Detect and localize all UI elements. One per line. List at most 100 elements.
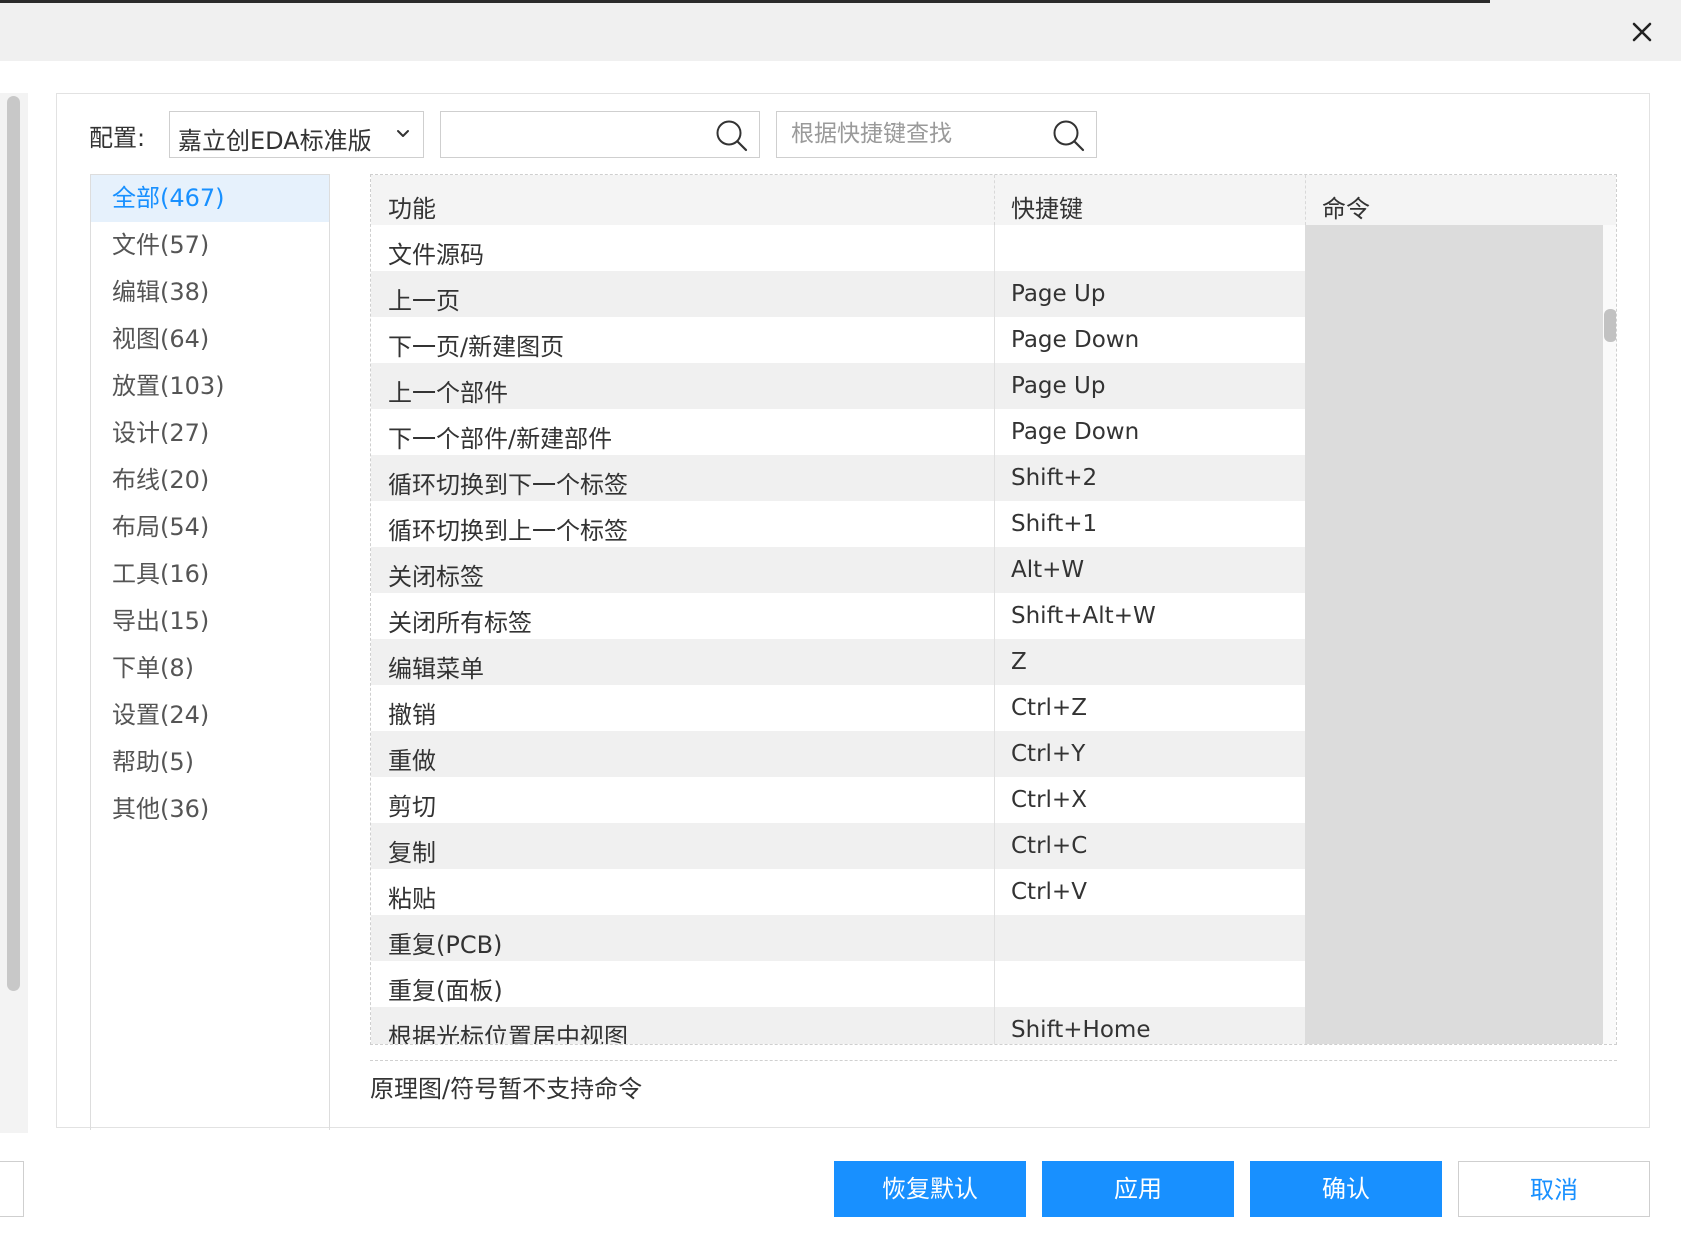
shortcut-cell[interactable]: Ctrl+V: [1011, 879, 1087, 905]
command-cell: [1305, 593, 1603, 639]
category-list: 全部(467) 文件(57) 编辑(38) 视图(64) 放置(103) 设计(…: [90, 174, 330, 1130]
table-row[interactable]: 重做 Ctrl+Y: [371, 731, 1603, 777]
function-cell: 循环切换到上一个标签: [388, 517, 628, 545]
restore-default-button[interactable]: 恢复默认: [834, 1161, 1026, 1217]
chevron-down-icon: [397, 130, 409, 137]
table-row[interactable]: 粘贴 Ctrl+V: [371, 869, 1603, 915]
table-body: 文件源码上一页 Page Up 下一页/新建图页 Page Down 上一个部件 Page…: [371, 225, 1603, 1045]
table-row[interactable]: 复制 Ctrl+C: [371, 823, 1603, 869]
category-item-route[interactable]: 布线(20): [91, 457, 329, 504]
config-select[interactable]: 嘉立创EDA标准版: [169, 111, 424, 158]
shortcut-search-input[interactable]: [791, 118, 1051, 150]
category-item-layout[interactable]: 布局(54): [91, 504, 329, 551]
window-top-edge: [0, 0, 1490, 3]
command-cell: [1305, 823, 1603, 869]
command-cell: [1305, 271, 1603, 317]
column-divider: [994, 225, 995, 1044]
category-item-settings[interactable]: 设置(24): [91, 692, 329, 739]
table-row[interactable]: 重复(面板): [371, 961, 1603, 1007]
category-item-file[interactable]: 文件(57): [91, 222, 329, 269]
table-row[interactable]: 撤销 Ctrl+Z: [371, 685, 1603, 731]
command-cell: [1305, 731, 1603, 777]
shortcut-cell[interactable]: Page Down: [1011, 327, 1139, 353]
function-cell: 文件源码: [388, 241, 484, 269]
table-row[interactable]: 重复(PCB): [371, 915, 1603, 961]
config-select-value: 嘉立创EDA标准版: [178, 127, 372, 155]
shortcut-cell[interactable]: Ctrl+X: [1011, 787, 1087, 813]
table-row[interactable]: 关闭所有标签 Shift+Alt+W: [371, 593, 1603, 639]
category-item-other[interactable]: 其他(36): [91, 786, 329, 833]
shortcut-cell[interactable]: Shift+Alt+W: [1011, 603, 1156, 629]
search-icon[interactable]: [1052, 119, 1086, 153]
category-item-edit[interactable]: 编辑(38): [91, 269, 329, 316]
shortcut-cell[interactable]: Z: [1011, 649, 1027, 675]
shortcut-cell[interactable]: Shift+Home: [1011, 1017, 1150, 1043]
command-cell: [1305, 961, 1603, 1007]
column-divider: [994, 175, 995, 225]
close-button[interactable]: [1624, 14, 1660, 50]
column-header-command[interactable]: 命令: [1322, 189, 1370, 224]
table-row[interactable]: 编辑菜单 Z: [371, 639, 1603, 685]
table-row[interactable]: 关闭标签 Alt+W: [371, 547, 1603, 593]
dialog-scrollbar-thumb[interactable]: [7, 96, 20, 991]
command-cell: [1305, 317, 1603, 363]
column-header-function[interactable]: 功能: [388, 189, 436, 224]
shortcut-cell[interactable]: Shift+2: [1011, 465, 1097, 491]
category-item-design[interactable]: 设计(27): [91, 410, 329, 457]
category-item-view[interactable]: 视图(64): [91, 316, 329, 363]
config-label: 配置:: [89, 124, 146, 152]
column-divider: [1305, 175, 1306, 225]
table-row[interactable]: 下一页/新建图页 Page Down: [371, 317, 1603, 363]
function-cell: 循环切换到下一个标签: [388, 471, 628, 499]
shortcut-cell[interactable]: Alt+W: [1011, 557, 1084, 583]
shortcut-cell[interactable]: Page Up: [1011, 373, 1105, 399]
command-cell: [1305, 409, 1603, 455]
category-item-all[interactable]: 全部(467): [91, 175, 329, 222]
cancel-button[interactable]: 取消: [1458, 1161, 1650, 1217]
shortcut-table: 功能 快捷键 命令 文件源码上一页 Page Up 下一页/新建图页 Page Dow…: [370, 174, 1617, 1045]
function-cell: 根据光标位置居中视图: [388, 1023, 628, 1045]
category-item-export[interactable]: 导出(15): [91, 598, 329, 645]
shortcut-cell[interactable]: Page Up: [1011, 281, 1105, 307]
table-row[interactable]: 循环切换到下一个标签 Shift+2: [371, 455, 1603, 501]
function-search-input[interactable]: [455, 118, 715, 150]
category-item-help[interactable]: 帮助(5): [91, 739, 329, 786]
table-row[interactable]: 文件源码: [371, 225, 1603, 271]
table-scrollbar-track[interactable]: [1603, 225, 1616, 1044]
shortcut-cell[interactable]: Ctrl+C: [1011, 833, 1087, 859]
command-cell: [1305, 547, 1603, 593]
table-row[interactable]: 剪切 Ctrl+X: [371, 777, 1603, 823]
table-row[interactable]: 循环切换到上一个标签 Shift+1: [371, 501, 1603, 547]
function-search-box: [440, 111, 760, 158]
shortcut-cell[interactable]: Ctrl+Y: [1011, 741, 1085, 767]
category-item-order[interactable]: 下单(8): [91, 645, 329, 692]
table-row[interactable]: 上一个部件 Page Up: [371, 363, 1603, 409]
column-header-shortcut[interactable]: 快捷键: [1011, 189, 1083, 224]
function-cell: 粘贴: [388, 885, 436, 913]
partial-button[interactable]: [0, 1161, 24, 1217]
command-cell: [1305, 225, 1603, 271]
search-icon[interactable]: [715, 119, 749, 153]
category-item-place[interactable]: 放置(103): [91, 363, 329, 410]
apply-button[interactable]: 应用: [1042, 1161, 1234, 1217]
function-cell: 下一页/新建图页: [388, 333, 565, 361]
table-scrollbar-thumb[interactable]: [1604, 309, 1616, 342]
command-support-note: 原理图/符号暂不支持命令: [370, 1075, 643, 1103]
command-cell: [1305, 1007, 1603, 1044]
shortcut-search-box: [776, 111, 1097, 158]
confirm-button[interactable]: 确认: [1250, 1161, 1442, 1217]
table-row[interactable]: 根据光标位置居中视图 Shift+Home: [371, 1007, 1603, 1045]
shortcut-cell[interactable]: Shift+1: [1011, 511, 1097, 537]
table-row[interactable]: 上一页 Page Up: [371, 271, 1603, 317]
category-item-tools[interactable]: 工具(16): [91, 551, 329, 598]
table-row[interactable]: 下一个部件/新建部件 Page Down: [371, 409, 1603, 455]
function-cell: 剪切: [388, 793, 436, 821]
command-cell: [1305, 915, 1603, 961]
function-cell: 复制: [388, 839, 436, 867]
function-cell: 上一页: [388, 287, 460, 315]
close-icon: [1632, 22, 1652, 42]
shortcut-cell[interactable]: Ctrl+Z: [1011, 695, 1087, 721]
command-cell: [1305, 777, 1603, 823]
shortcut-cell[interactable]: Page Down: [1011, 419, 1139, 445]
function-cell: 上一个部件: [388, 379, 508, 407]
